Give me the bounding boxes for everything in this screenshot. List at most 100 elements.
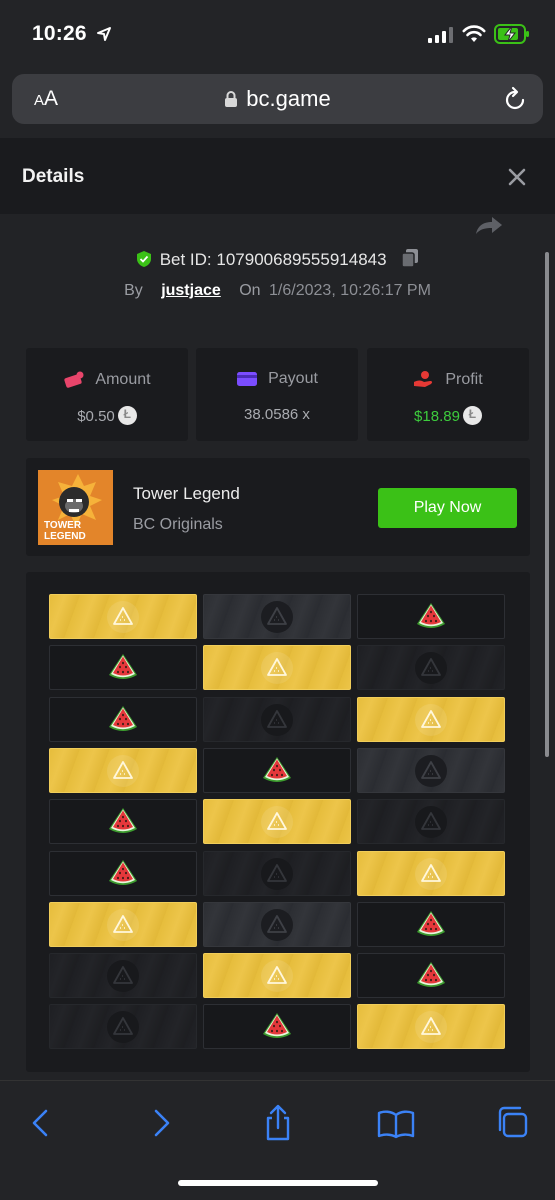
cone-icon [415, 652, 447, 684]
browser-address-area: AA bc.game [0, 66, 555, 138]
location-arrow-icon [97, 27, 111, 41]
tower-tile [49, 799, 197, 844]
tower-tile [49, 645, 197, 690]
tower-tile [49, 748, 197, 793]
cone-icon [415, 806, 447, 838]
scrollbar[interactable] [545, 252, 549, 757]
tower-tile [357, 799, 505, 844]
tower-tile [203, 953, 351, 998]
watermelon-icon [109, 860, 137, 885]
litecoin-icon [462, 406, 482, 425]
wifi-icon [462, 25, 486, 42]
share-icon[interactable] [258, 1103, 298, 1143]
tower-tile [203, 799, 351, 844]
modal-header: Details [0, 138, 555, 214]
profit-hand-icon [414, 371, 433, 387]
profit-card: Profit $18.89 [367, 348, 529, 441]
bet-id-label: Bet ID: [159, 250, 212, 269]
payout-value: 38.0586 x [244, 406, 310, 423]
watermelon-icon [417, 911, 445, 936]
modal-title: Details [22, 166, 85, 187]
watermelon-icon [417, 962, 445, 987]
tower-tile [203, 851, 351, 896]
share-arrow-icon[interactable] [474, 214, 504, 236]
cone-icon [107, 960, 139, 992]
payout-label: Payout [268, 370, 318, 387]
cone-icon [261, 960, 293, 992]
tower-tile [203, 902, 351, 947]
cone-icon [107, 601, 139, 633]
thumb-text-line2: LEGEND [44, 531, 86, 542]
bet-id-value: 107900689555914843 [216, 250, 387, 269]
cone-icon [107, 755, 139, 787]
cone-icon [107, 909, 139, 941]
watermelon-icon [263, 1013, 291, 1038]
tower-tile [49, 902, 197, 947]
tower-tile [49, 851, 197, 896]
back-icon[interactable] [22, 1103, 62, 1143]
payout-card-icon [237, 372, 258, 386]
tower-tile [203, 748, 351, 793]
watermelon-icon [263, 757, 291, 782]
tower-tile [203, 594, 351, 639]
battery-charging-icon [494, 24, 529, 44]
by-label: By [124, 282, 143, 299]
tower-legend-logo: TOWER LEGEND [44, 474, 102, 542]
tower-tile [357, 748, 505, 793]
cone-icon [415, 704, 447, 736]
watermelon-icon [109, 706, 137, 731]
watermelon-icon [109, 808, 137, 833]
game-card: TOWER LEGEND Tower Legend BC Originals P… [26, 458, 530, 556]
tower-tile [357, 645, 505, 690]
tabs-icon[interactable] [494, 1103, 534, 1143]
on-label: On [239, 282, 261, 299]
cone-icon [261, 858, 293, 890]
profit-label: Profit [445, 371, 483, 388]
tower-tile [203, 645, 351, 690]
username-link[interactable]: justjace [161, 282, 221, 299]
tower-tile [357, 594, 505, 639]
tower-tile [357, 902, 505, 947]
play-now-button[interactable]: Play Now [378, 488, 517, 528]
forward-icon[interactable] [140, 1103, 180, 1143]
address-bar[interactable]: AA bc.game [12, 74, 543, 124]
tower-tile [357, 697, 505, 742]
lock-icon [225, 91, 238, 107]
status-time: 10:26 [32, 22, 87, 45]
payout-card: Payout 38.0586 x [196, 348, 358, 441]
tower-tile [357, 1004, 505, 1049]
cone-icon [415, 1011, 447, 1043]
profit-value: $18.89 [414, 408, 460, 425]
verified-shield-icon [136, 251, 151, 267]
cone-icon [415, 858, 447, 890]
copy-icon[interactable] [401, 248, 419, 268]
reload-icon[interactable] [503, 86, 527, 112]
url-text: bc.game [246, 86, 331, 111]
cellular-signal-icon [428, 27, 453, 43]
cone-icon [261, 909, 293, 941]
tower-tile [357, 953, 505, 998]
game-thumbnail[interactable]: TOWER LEGEND [38, 470, 113, 545]
cone-icon [261, 704, 293, 736]
watermelon-icon [109, 654, 137, 679]
amount-card: Amount $0.50 [26, 348, 188, 441]
amount-icon [64, 371, 84, 388]
game-name[interactable]: Tower Legend [133, 484, 240, 504]
tower-tile [357, 851, 505, 896]
tower-tile [49, 953, 197, 998]
tower-tile [203, 697, 351, 742]
cone-icon [261, 652, 293, 684]
game-provider: BC Originals [133, 516, 223, 533]
cone-icon [261, 601, 293, 633]
amount-value: $0.50 [77, 408, 115, 425]
tower-board [26, 572, 530, 1072]
bookmarks-icon[interactable] [376, 1103, 416, 1143]
litecoin-icon [117, 406, 137, 425]
tower-tile [203, 1004, 351, 1049]
tower-tile [49, 594, 197, 639]
bet-details-panel: Bet ID: 107900689555914843 By justjace O… [0, 214, 555, 1080]
home-indicator [178, 1180, 378, 1186]
watermelon-icon [417, 603, 445, 628]
close-icon[interactable] [505, 165, 529, 189]
tower-tile [49, 697, 197, 742]
